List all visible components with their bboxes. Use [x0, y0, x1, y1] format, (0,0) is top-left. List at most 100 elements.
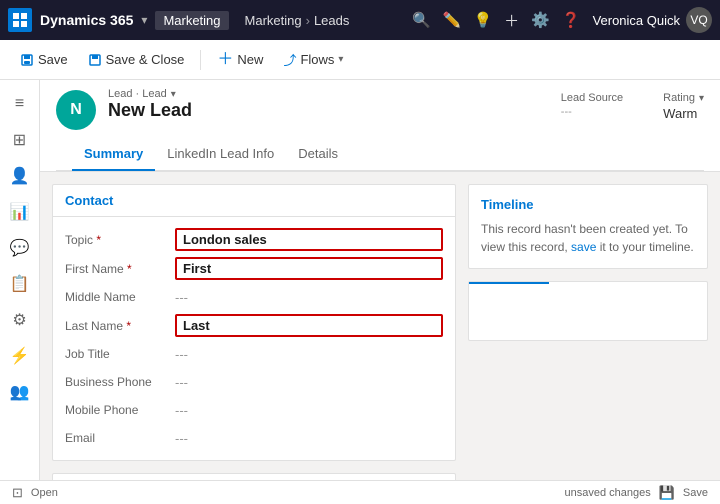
business-phone-value[interactable]: ---: [175, 375, 443, 390]
right-panel: [468, 281, 708, 341]
sidebar-settings-icon[interactable]: ⚙: [4, 304, 36, 336]
app-grid-icon[interactable]: [8, 8, 32, 32]
bottom-bar: ⊡ Open unsaved changes 💾 Save: [0, 480, 720, 504]
avatar: VQ: [686, 7, 712, 33]
record-meta: Lead Source --- Rating ▾ Warm: [561, 88, 704, 121]
tab-details[interactable]: Details: [286, 138, 350, 171]
sidebar-bolt-icon[interactable]: ⚡: [4, 340, 36, 372]
new-button[interactable]: ＋ New: [209, 48, 271, 72]
app-name-chevron[interactable]: ▾: [141, 13, 147, 27]
topic-label: Topic: [65, 233, 175, 247]
tabs: Summary LinkedIn Lead Info Details: [56, 138, 704, 171]
flows-chevron: ▾: [338, 54, 343, 65]
lead-source-label: Lead Source: [561, 92, 623, 104]
record-title-area: Lead · Lead ▾ New Lead: [108, 88, 549, 121]
save-close-icon: [88, 53, 102, 67]
flows-label: Flows: [300, 52, 334, 67]
sidebar-chart-icon[interactable]: 📊: [4, 196, 36, 228]
topic-row: Topic London sales: [53, 225, 455, 254]
email-label: Email: [65, 431, 175, 445]
breadcrumb-separator: ›: [306, 13, 310, 28]
record-header: N Lead · Lead ▾ New Lead Lead Source ---: [40, 80, 720, 172]
action-bar: Save Save & Close ＋ New ⤴ Flows ▾: [0, 40, 720, 80]
middle-name-value[interactable]: ---: [175, 290, 443, 305]
tab-summary[interactable]: Summary: [72, 138, 155, 171]
help-icon[interactable]: ❓: [562, 11, 581, 29]
user-name-label: Veronica Quick: [593, 13, 680, 28]
info-icon[interactable]: 💡: [473, 11, 492, 29]
bottom-save-icon: 💾: [659, 485, 675, 501]
main-content: N Lead · Lead ▾ New Lead Lead Source ---: [40, 80, 720, 504]
sidebar-chat-icon[interactable]: 💬: [4, 232, 36, 264]
first-name-row: First Name First: [53, 254, 455, 283]
timeline-save-link[interactable]: save: [571, 240, 596, 254]
save-close-label: Save & Close: [106, 52, 185, 67]
rating-chevron[interactable]: ▾: [699, 93, 704, 104]
sidebar-menu-icon[interactable]: ≡: [4, 88, 36, 120]
settings-icon[interactable]: ⚙️: [531, 11, 550, 29]
rating-value: Warm: [663, 106, 704, 121]
save-label: Save: [38, 52, 68, 67]
main-layout: ≡ ⊞ 👤 📊 💬 📋 ⚙ ⚡ 👥 N Lead · Lead ▾ New Le…: [0, 80, 720, 504]
record-type-chevron[interactable]: ▾: [171, 89, 176, 100]
sidebar-group-icon[interactable]: 👥: [4, 376, 36, 408]
sidebar-home-icon[interactable]: ⊞: [4, 124, 36, 156]
contact-section-body: Topic London sales First Name First Midd…: [53, 217, 455, 460]
sidebar-task-icon[interactable]: 📋: [4, 268, 36, 300]
record-type-label: Lead · Lead: [108, 88, 167, 100]
save-close-button[interactable]: Save & Close: [80, 48, 193, 71]
tab-linkedin[interactable]: LinkedIn Lead Info: [155, 138, 286, 171]
search-icon[interactable]: 🔍: [412, 11, 431, 29]
save-button[interactable]: Save: [12, 48, 76, 71]
record-header-top: N Lead · Lead ▾ New Lead Lead Source ---: [56, 88, 704, 138]
rating-label: Rating: [663, 92, 695, 104]
bottom-open-label[interactable]: Open: [31, 487, 58, 499]
bottom-save-label[interactable]: Save: [683, 487, 708, 499]
flows-button[interactable]: ⤴ Flows ▾: [275, 46, 351, 73]
email-row: Email ---: [53, 424, 455, 452]
contact-section-header: Contact: [53, 185, 455, 217]
app-name-label: Dynamics 365: [40, 12, 133, 28]
timeline-empty-text: This record hasn't been created yet. To …: [481, 220, 695, 256]
module-label[interactable]: Marketing: [155, 11, 228, 30]
record-type: Lead · Lead ▾: [108, 88, 549, 100]
lead-source-value: ---: [561, 106, 623, 118]
last-name-field[interactable]: Last: [175, 314, 443, 337]
middle-name-label: Middle Name: [65, 290, 175, 304]
business-phone-row: Business Phone ---: [53, 368, 455, 396]
job-title-label: Job Title: [65, 347, 175, 361]
form-left: Contact Topic London sales First Name Fi…: [52, 184, 456, 504]
record-avatar: N: [56, 90, 96, 130]
edit-icon[interactable]: ✏️: [443, 11, 462, 29]
email-value[interactable]: ---: [175, 431, 443, 446]
timeline-header: Timeline: [481, 197, 695, 212]
lead-source-field: Lead Source ---: [561, 92, 623, 118]
business-phone-label: Business Phone: [65, 375, 175, 389]
top-navigation: Dynamics 365 ▾ Marketing Marketing › Lea…: [0, 0, 720, 40]
nav-right-actions: 🔍 ✏️ 💡 ＋ ⚙️ ❓ Veronica Quick VQ: [412, 7, 712, 33]
timeline-section: Timeline This record hasn't been created…: [468, 184, 708, 269]
unsaved-changes-label: unsaved changes: [565, 487, 651, 499]
user-profile[interactable]: Veronica Quick VQ: [593, 7, 712, 33]
mobile-phone-value[interactable]: ---: [175, 403, 443, 418]
sidebar-lead-icon[interactable]: 👤: [4, 160, 36, 192]
last-name-row: Last Name Last: [53, 311, 455, 340]
new-label: New: [237, 52, 263, 67]
add-nav-icon[interactable]: ＋: [504, 10, 519, 31]
breadcrumb: Marketing › Leads: [245, 13, 350, 28]
form-right: Timeline This record hasn't been created…: [468, 184, 708, 504]
first-name-field[interactable]: First: [175, 257, 443, 280]
middle-name-row: Middle Name ---: [53, 283, 455, 311]
action-divider-1: [200, 50, 201, 70]
breadcrumb-leads[interactable]: Leads: [314, 13, 349, 28]
new-icon: ＋: [217, 52, 233, 68]
job-title-row: Job Title ---: [53, 340, 455, 368]
topic-field[interactable]: London sales: [175, 228, 443, 251]
last-name-label: Last Name: [65, 319, 175, 333]
first-name-label: First Name: [65, 262, 175, 276]
rating-field: Rating ▾ Warm: [663, 92, 704, 121]
job-title-value[interactable]: ---: [175, 347, 443, 362]
breadcrumb-marketing[interactable]: Marketing: [245, 13, 302, 28]
flows-icon: ⤴: [283, 50, 296, 69]
save-icon: [20, 53, 34, 67]
